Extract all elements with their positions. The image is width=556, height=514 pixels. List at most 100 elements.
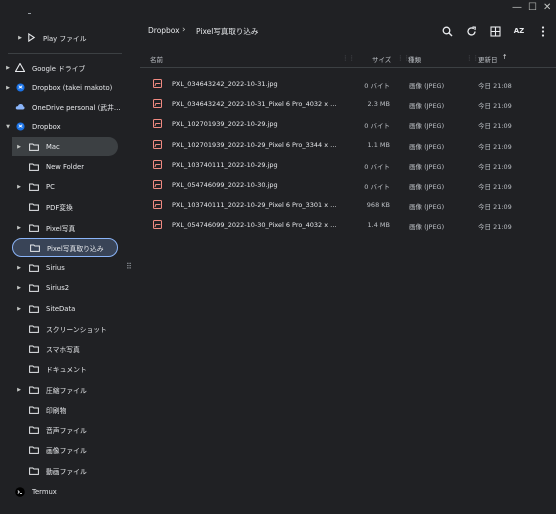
file-name: PXL_034643242_2022-10-31.jpg <box>172 80 278 88</box>
breadcrumb-current[interactable]: Pixel写真取り込み <box>196 26 258 37</box>
table-row[interactable]: PXL_034643242_2022-10-31.jpg 0 バイト 画像 (JPE… <box>140 74 556 94</box>
sidebar-item-label: 音声ファイル <box>46 427 87 435</box>
file-size: 1.1 MB <box>367 140 390 149</box>
sidebar-item-folder[interactable]: ▶ Pixel写真 <box>12 218 118 237</box>
column-header-type[interactable]: 種類 <box>408 54 421 64</box>
expand-arrow-icon[interactable]: ▶ <box>15 184 23 190</box>
expand-arrow-icon[interactable]: ▶ <box>15 225 23 231</box>
column-header-size[interactable]: サイズ <box>372 54 391 64</box>
sidebar-item-label: Google ドライブ <box>32 64 86 73</box>
folder-icon <box>29 283 39 293</box>
sidebar-item-label: Sirius <box>46 264 65 272</box>
sidebar-item-folder[interactable]: ▶ PC <box>12 178 118 197</box>
file-size: 0 バイト <box>364 122 390 131</box>
file-date: 今日 21:09 <box>478 142 512 151</box>
file-date: 今日 21:09 <box>478 223 512 232</box>
sidebar-item-folder[interactable]: New Folder <box>12 157 118 176</box>
sort-arrow-icon[interactable]: ↑ <box>502 53 507 61</box>
sidebar-item-folder[interactable]: スマホ写真 <box>12 340 118 359</box>
termux-icon <box>15 486 25 497</box>
sidebar-item-folder[interactable]: ▶ Mac <box>12 137 118 156</box>
expand-arrow-icon[interactable]: ▶ <box>4 65 12 71</box>
table-row[interactable]: PXL_102701939_2022-10-29_Pixel 6 Pro_334… <box>140 135 556 155</box>
expand-arrow-icon[interactable]: ▶ <box>15 144 23 150</box>
expand-arrow-icon[interactable]: ▶ <box>15 306 23 312</box>
sidebar-item-folder[interactable]: ▶ Sirius2 <box>12 279 118 298</box>
file-name: PXL_103740111_2022-10-29.jpg <box>172 160 278 169</box>
sidebar-item-label: 圧縮ファイル <box>46 386 87 395</box>
main-pane: Dropbox › Pixel写真取り込み AZ 名前 ⋮⋮ サイズ ⋮⋮ 種類… <box>140 18 556 514</box>
sidebar-item-folder[interactable]: 印刷物 <box>12 400 118 419</box>
file-size: 968 KB <box>366 201 390 210</box>
search-icon[interactable] <box>440 24 454 38</box>
sidebar-item-label: Sirius2 <box>46 284 70 293</box>
file-size: 0 バイト <box>364 82 390 90</box>
sidebar-item-google-drive[interactable]: ▶ Google ドライブ <box>4 58 122 77</box>
file-date: 今日 21:09 <box>478 122 512 131</box>
sidebar-item-folder[interactable]: ▶ 圧縮ファイル <box>12 380 118 399</box>
file-size: 0 バイト <box>364 183 390 191</box>
sidebar-item-folder[interactable]: 動画ファイル <box>12 461 118 480</box>
sidebar-item-onedrive[interactable]: OneDrive personal (武井 ... <box>4 97 122 116</box>
sidebar-item-folder[interactable]: ドキュメント <box>12 360 118 379</box>
sidebar-item-label: 印刷物 <box>46 406 67 415</box>
sidebar-resize-handle[interactable]: ⠿ <box>126 262 132 271</box>
image-file-icon <box>153 79 162 88</box>
sidebar-item-label: Termux <box>32 487 57 496</box>
folder-icon <box>29 344 39 354</box>
sidebar-item-folder[interactable]: 音声ファイル <box>12 421 118 440</box>
folder-icon <box>29 466 39 476</box>
image-file-icon <box>153 220 162 230</box>
expand-arrow-icon[interactable]: ▶ <box>15 265 23 271</box>
column-header-date[interactable]: 更新日 <box>478 54 498 64</box>
sidebar-item-dropbox-account[interactable]: ▶ Dropbox (takei makoto) <box>4 78 122 97</box>
file-type: 画像 (JPEG) <box>409 102 445 111</box>
breadcrumb-item[interactable]: Dropbox <box>148 26 180 35</box>
dropbox-icon <box>15 83 25 93</box>
sidebar-item-folder[interactable]: 画像ファイル <box>12 441 118 460</box>
table-row[interactable]: PXL_103740111_2022-10-29.jpg 0 バイト 画像 (JPE… <box>140 155 556 175</box>
sidebar-item-play-files[interactable]: ▶ Play ファイル <box>16 28 122 47</box>
expand-arrow-icon[interactable]: ▶ <box>15 285 23 291</box>
expand-arrow-icon[interactable]: ▶ <box>15 387 23 393</box>
table-row[interactable]: PXL_054746099_2022-10-30.jpg 0 バイト 画像 (JPE… <box>140 175 556 195</box>
table-row[interactable]: PXL_034643242_2022-10-31_Pixel 6 Pro_403… <box>140 94 556 114</box>
folder-icon <box>29 202 39 212</box>
sidebar-item-label: スマホ写真 <box>46 346 80 354</box>
sidebar-item-folder[interactable]: ▶ Sirius <box>12 259 118 278</box>
sidebar: ▶ Play ファイル ▶ Google ドライブ ▶ Dropbox (tak… <box>0 0 126 514</box>
folder-icon <box>29 425 39 435</box>
table-row[interactable]: PXL_102701939_2022-10-29.jpg 0 バイト 画像 (JPE… <box>140 114 556 134</box>
sort-az-icon[interactable]: AZ <box>512 24 526 38</box>
image-file-icon <box>153 200 162 210</box>
sidebar-item-folder[interactable]: スクリーンショット <box>12 319 118 338</box>
folder-icon <box>29 445 39 455</box>
maximize-button[interactable]: ☐ <box>528 3 537 13</box>
file-date: 今日 21:09 <box>478 183 512 191</box>
expand-arrow-icon[interactable]: ▶ <box>4 85 12 91</box>
google-drive-icon <box>15 63 25 73</box>
close-button[interactable]: ✕ <box>543 3 551 13</box>
column-divider[interactable]: ⋮⋮ <box>342 54 355 62</box>
sidebar-item-label: Pixel写真取り込み <box>47 244 104 253</box>
collapse-arrow-icon[interactable]: ▼ <box>4 124 12 130</box>
grid-view-icon[interactable] <box>488 24 502 38</box>
file-size: 2.3 MB <box>367 100 390 109</box>
refresh-icon[interactable] <box>464 24 478 38</box>
sidebar-item-label: ドキュメント <box>46 366 87 375</box>
sidebar-item-folder[interactable]: ▶ SiteData <box>12 299 118 318</box>
file-name: PXL_102701939_2022-10-29_Pixel 6 Pro_334… <box>172 140 340 149</box>
sidebar-item-folder[interactable]: Pixel写真取り込み <box>12 238 118 258</box>
table-row[interactable]: PXL_054746099_2022-10-30_Pixel 6 Pro_403… <box>140 215 556 235</box>
folder-icon <box>29 385 39 395</box>
sidebar-item-termux[interactable]: Termux <box>4 482 122 501</box>
table-row[interactable]: PXL_103740111_2022-10-29_Pixel 6 Pro_330… <box>140 195 556 215</box>
column-header-name[interactable]: 名前 <box>150 54 163 64</box>
more-vert-icon[interactable] <box>536 24 550 38</box>
folder-icon <box>29 142 39 152</box>
file-type: 画像 (JPEG) <box>409 223 445 232</box>
sidebar-item-dropbox[interactable]: ▼ Dropbox <box>4 117 122 136</box>
sidebar-item-folder[interactable]: PDF変換 <box>12 198 118 217</box>
expand-arrow-icon[interactable]: ▶ <box>16 35 24 41</box>
minimize-button[interactable]: — <box>512 3 522 13</box>
